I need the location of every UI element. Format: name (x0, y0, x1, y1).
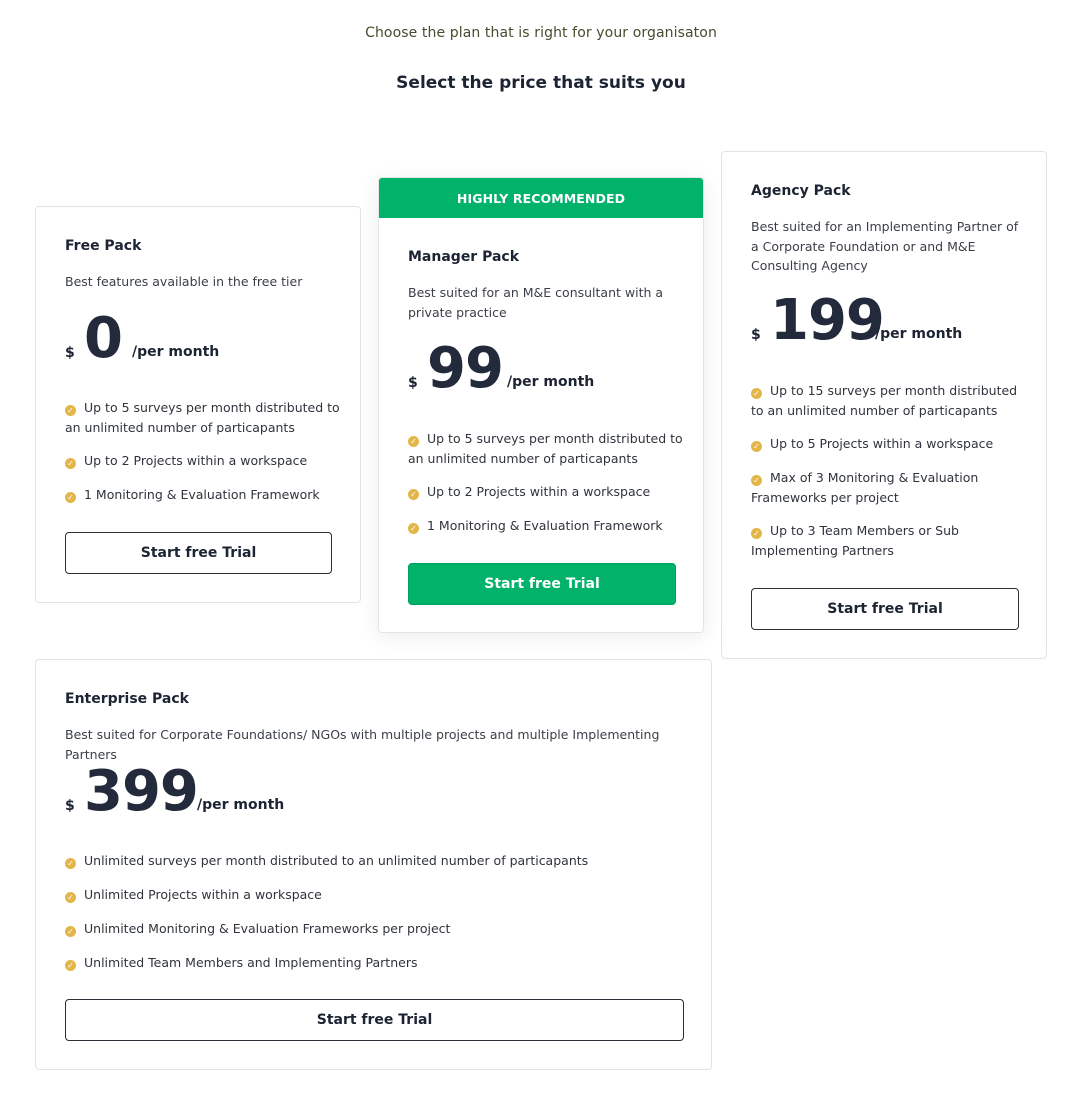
check-icon: ✓ (65, 492, 76, 503)
check-icon: ✓ (751, 388, 762, 399)
check-icon: ✓ (65, 960, 76, 971)
plan-card-enterprise: Enterprise Pack Best suited for Corporat… (35, 659, 712, 1070)
page-subtitle: Choose the plan that is right for your o… (365, 25, 717, 41)
feature-item: ✓ Unlimited surveys per month distributed… (65, 851, 685, 871)
plan-card-manager: HIGHLY RECOMMENDED Manager Pack Best sui… (378, 177, 704, 633)
feature-item: ✓ Up to 2 Projects within a workspace (65, 451, 340, 471)
plan-description: Best features available in the free tier (65, 274, 303, 289)
check-icon: ✓ (65, 405, 76, 416)
feature-item: ✓ Unlimited Projects within a workspace (65, 885, 685, 905)
price-period: /per month (875, 326, 963, 342)
feature-item: ✓ Up to 2 Projects within a workspace (408, 482, 683, 502)
feature-item: ✓ Up to 5 surveys per month distributed t… (65, 400, 340, 435)
plan-price: 0 (84, 306, 123, 371)
currency-symbol: $ (65, 798, 75, 814)
check-icon: ✓ (408, 436, 419, 447)
feature-item: ✓ Up to 15 surveys per month distributed … (751, 383, 1018, 418)
check-icon: ✓ (65, 858, 76, 869)
feature-item: ✓ Up to 5 surveys per month distributed t… (408, 431, 683, 466)
start-trial-button[interactable]: Start free Trial (751, 588, 1019, 630)
price-period: /per month (507, 374, 595, 390)
page-title: Select the price that suits you (396, 73, 686, 93)
check-icon: ✓ (751, 441, 762, 452)
price-period: /per month (197, 797, 285, 813)
feature-item: ✓ Up to 5 Projects within a workspace (751, 434, 1026, 454)
plan-price: 399 (84, 759, 199, 824)
plan-description: Best suited for an M&E consultant with a… (408, 285, 664, 320)
plan-card-free: Free Pack Best features available in the… (35, 206, 361, 603)
plan-name: Free Pack (65, 238, 142, 254)
start-trial-button[interactable]: Start free Trial (408, 563, 676, 605)
check-icon: ✓ (751, 528, 762, 539)
plan-description: Best suited for an Implementing Partner … (751, 219, 1019, 273)
check-icon: ✓ (65, 926, 76, 937)
check-icon: ✓ (751, 475, 762, 486)
currency-symbol: $ (65, 345, 75, 361)
plan-name: Agency Pack (751, 183, 851, 199)
feature-item: ✓ 1 Monitoring & Evaluation Framework (408, 516, 683, 536)
check-icon: ✓ (408, 523, 419, 534)
currency-symbol: $ (408, 375, 418, 391)
start-trial-button[interactable]: Start free Trial (65, 999, 684, 1041)
recommended-badge: HIGHLY RECOMMENDED (379, 178, 703, 218)
feature-item: ✓ Unlimited Monitoring & Evaluation Frame… (65, 919, 685, 939)
feature-item: ✓ Unlimited Team Members and Implementing… (65, 953, 685, 973)
plan-price: 99 (427, 336, 504, 401)
plan-price: 199 (770, 288, 885, 353)
check-icon: ✓ (65, 892, 76, 903)
plan-card-agency: Agency Pack Best suited for an Implement… (721, 151, 1047, 659)
check-icon: ✓ (65, 458, 76, 469)
currency-symbol: $ (751, 327, 761, 343)
feature-item: ✓ 1 Monitoring & Evaluation Framework (65, 485, 340, 505)
plan-name: Enterprise Pack (65, 691, 189, 707)
start-trial-button[interactable]: Start free Trial (65, 532, 332, 574)
feature-item: ✓ Up to 3 Team Members or Sub Implementin… (751, 523, 959, 558)
plan-name: Manager Pack (408, 249, 520, 265)
price-period: /per month (132, 344, 220, 360)
check-icon: ✓ (408, 489, 419, 500)
feature-item: ✓ Max of 3 Monitoring & Evaluation Framew… (751, 470, 979, 505)
